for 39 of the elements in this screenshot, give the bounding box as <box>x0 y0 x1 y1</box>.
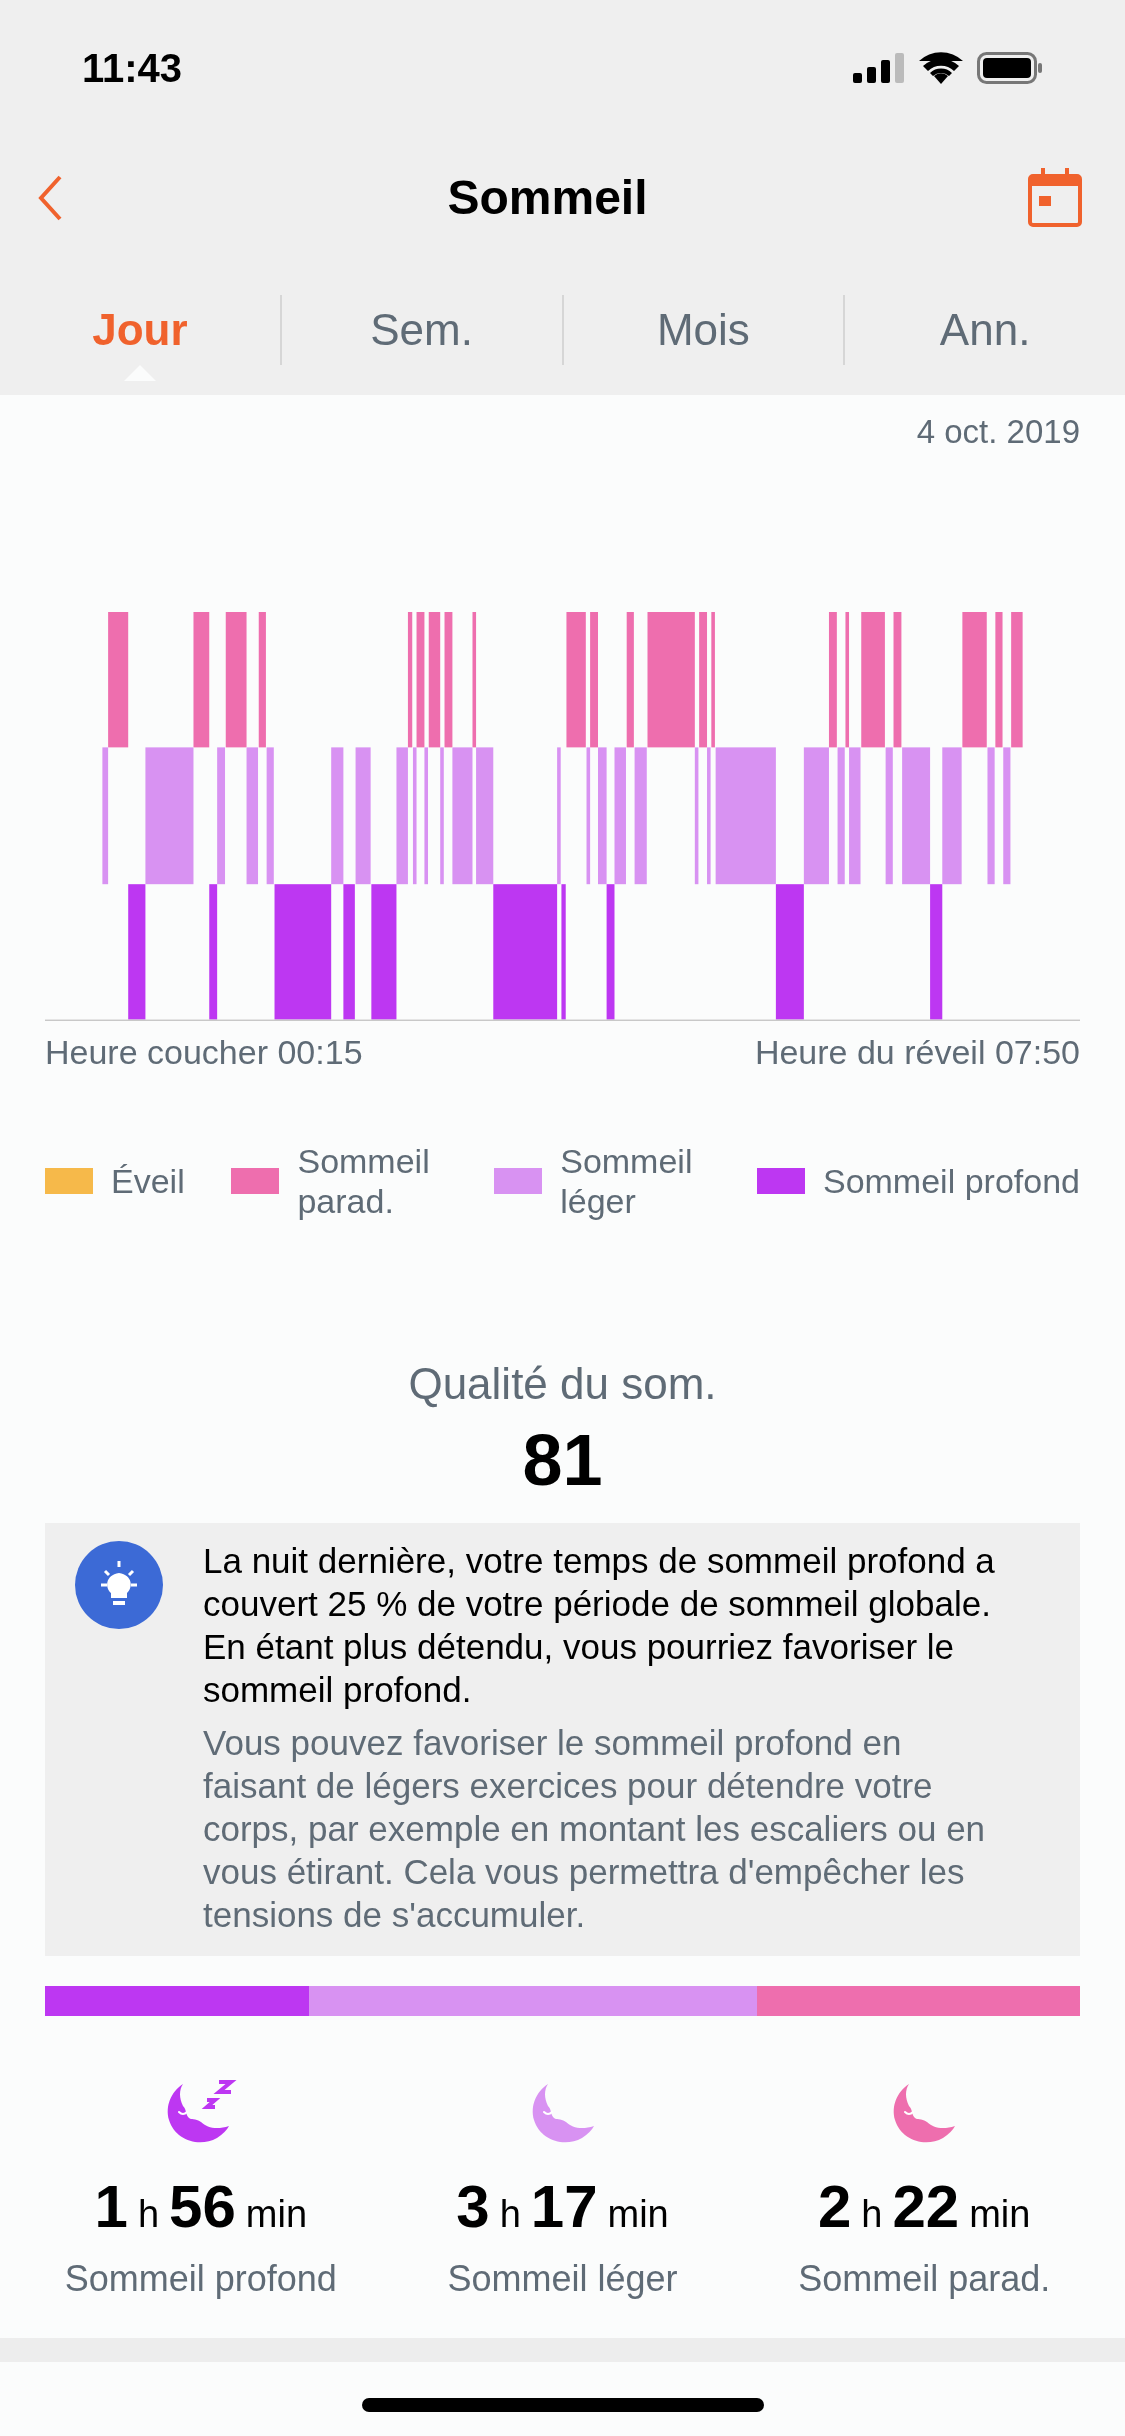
hours-value: 3 <box>456 2172 490 2242</box>
lightbulb-icon <box>75 1541 163 1629</box>
bedtime-label: Heure coucher 00:15 <box>45 1032 363 1073</box>
legend-label: Éveil <box>111 1161 185 1201</box>
period-tab[interactable]: Jour <box>0 295 280 365</box>
hours-value: 1 <box>94 2172 128 2242</box>
hours-value: 2 <box>817 2172 852 2242</box>
date-label: 4 oct. 2019 <box>916 412 1080 452</box>
legend-label: Sommeil parad. <box>297 1141 431 1221</box>
calendar-icon <box>1027 167 1083 228</box>
status-time: 11:43 <box>82 45 183 92</box>
hours-unit: h <box>499 2192 521 2237</box>
hours-unit: h <box>861 2192 883 2237</box>
quality-label: Qualité du som. <box>408 1358 717 1410</box>
hours-unit: h <box>137 2192 160 2237</box>
page-title: Sommeil <box>447 169 648 226</box>
period-tab[interactable]: Sem. <box>281 295 562 365</box>
minutes-value: 22 <box>892 2172 960 2242</box>
tip-advice: Vous pouvez favoriser le sommeil profond en faisant de légers exercices pour détendre votre corps, par exemple en montant les escaliers ou en vous étirant. Cela vous permettra d'empêcher les tensions de s'accumuler. <box>203 1722 987 1936</box>
period-tab[interactable]: Ann. <box>845 295 1125 365</box>
wake-time-label: Heure du réveil 07:50 <box>754 1032 1080 1073</box>
minutes-value: 56 <box>169 2172 236 2242</box>
stage-label: Sommeil profond <box>64 2257 337 2301</box>
legend-label: Sommeil léger <box>560 1141 694 1221</box>
stage-label: Sommeil léger <box>447 2257 678 2301</box>
wifi-icon <box>919 52 963 84</box>
tip-text: La nuit dernière, votre temps de sommeil profond a couvert 25 % de votre période de sommeil globale. En étant plus détendu, vous pourriez favoriser le sommeil profond. <box>203 1540 996 1711</box>
quality-score: 81 <box>522 1419 603 1502</box>
period-tab[interactable]: Mois <box>563 295 844 365</box>
minutes-unit: min <box>607 2192 669 2237</box>
minutes-unit: min <box>245 2192 308 2237</box>
minutes-unit: min <box>969 2192 1031 2237</box>
legend-label: Sommeil profond <box>822 1161 1080 1201</box>
battery-icon <box>977 52 1043 84</box>
stage-label: Sommeil parad. <box>798 2257 1051 2301</box>
back-chevron-icon <box>37 173 63 222</box>
minutes-value: 17 <box>530 2172 598 2242</box>
calendar-button[interactable] <box>1025 165 1085 230</box>
signal-icon <box>853 53 905 83</box>
